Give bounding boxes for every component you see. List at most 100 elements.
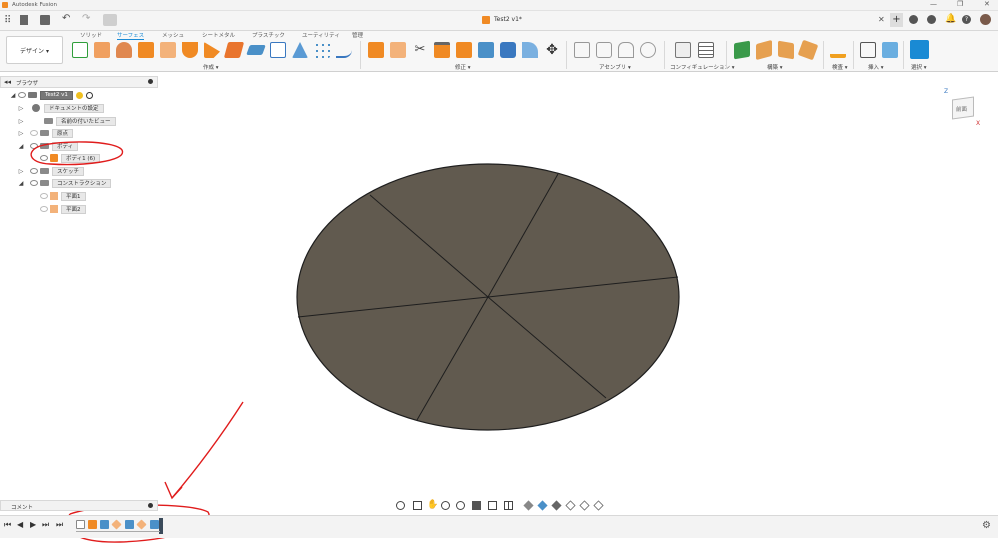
help-icon[interactable]: ? [962,15,971,24]
tree-item-sketches[interactable]: ▷ スケッチ [18,166,85,176]
expand-triangle-icon[interactable]: ▷ [18,118,24,125]
ruled-surface-icon[interactable] [204,42,220,58]
tree-item-plane1[interactable]: 平面1 [38,191,86,201]
collapse-triangle-icon[interactable]: ◢ [18,180,24,187]
tree-item-plane2[interactable]: 平面2 [38,204,86,214]
sweep-icon[interactable] [138,42,154,58]
timeline-sketch-icon[interactable] [76,520,85,529]
tree-item-bodies[interactable]: ◢ ボディ [18,141,79,151]
collapse-triangle-icon[interactable]: ◢ [10,92,16,99]
press-pull-icon[interactable] [368,42,384,58]
tangent-plane-icon[interactable] [778,40,794,60]
tree-item-body1[interactable]: ボディ1 (6) [38,153,101,163]
timeline-plane-icon[interactable] [125,520,134,529]
effects-icon[interactable] [565,500,576,511]
viewports-icon[interactable] [504,501,513,510]
step-forward-icon[interactable]: ⏭ [42,520,49,530]
close-window-button[interactable]: ✕ [984,0,990,8]
camera-icon[interactable] [593,500,604,511]
offset-icon[interactable] [223,42,245,58]
redo-icon[interactable]: ↷ [82,13,90,24]
activate-radio-icon[interactable] [85,91,93,99]
minimize-button[interactable]: — [930,0,937,8]
visibility-eye-icon[interactable] [30,130,38,136]
extrude-icon[interactable] [94,42,110,58]
visibility-eye-icon[interactable] [30,168,38,174]
loft-icon[interactable] [160,42,176,58]
motion-link-icon[interactable] [640,42,656,58]
zoom-icon[interactable] [441,501,450,510]
tab-sheet-metal[interactable]: シートメタル [202,31,235,40]
collapse-panel-icon[interactable]: ◂◂ [4,78,11,86]
measure-icon[interactable] [830,42,846,58]
expand-triangle-icon[interactable]: ▷ [18,130,24,137]
visibility-eye-icon[interactable] [18,92,26,98]
extensions-icon[interactable] [909,15,918,24]
file-menu-icon[interactable] [20,15,28,25]
tree-item-document-settings[interactable]: ▷ ドキュメントの設定 [18,103,104,113]
user-avatar[interactable] [980,14,991,25]
visual-style-icon[interactable] [523,500,534,511]
group-construct[interactable]: 構築 ▾ [767,63,783,71]
grid-settings-icon[interactable] [488,501,497,510]
tree-item-named-views[interactable]: ▷ 名前の付いたビュー [18,116,116,126]
browser-panel-header[interactable]: ◂◂ ブラウザ [0,76,158,88]
comment-toggle-icon[interactable] [148,503,153,508]
fillet-icon[interactable] [522,42,538,58]
tab-solid[interactable]: ソリッド [80,31,102,40]
group-select[interactable]: 選択 ▾ [911,63,927,71]
pyramid-icon[interactable] [292,42,308,58]
group-insert[interactable]: 挿入 ▾ [868,63,884,71]
timeline-pattern-icon[interactable] [150,520,159,529]
trim-icon[interactable]: ✂ [412,42,428,58]
move-copy-icon[interactable]: ✥ [544,42,560,58]
revolve-icon[interactable] [116,42,132,58]
group-inspect[interactable]: 検査 ▾ [832,63,848,71]
tree-root[interactable]: ◢ Test2 v1 [10,90,93,100]
orbit-icon[interactable] [396,501,405,510]
play-icon[interactable]: ▶ [30,520,36,529]
insert-derive-icon[interactable] [860,42,876,58]
create-sketch-icon[interactable] [72,42,88,58]
collapse-triangle-icon[interactable]: ◢ [18,143,24,150]
midplane-icon[interactable] [797,39,819,61]
timeline-extrude-icon[interactable] [88,520,97,529]
expand-triangle-icon[interactable]: ▷ [18,105,24,112]
tab-mesh[interactable]: メッシュ [162,31,184,40]
job-status-icon[interactable] [927,15,936,24]
group-assemble[interactable]: アセンブリ ▾ [599,63,631,71]
visibility-eye-icon[interactable] [40,193,48,199]
undo-icon[interactable]: ↶ [62,13,70,24]
plane-at-angle-icon[interactable] [756,39,772,61]
thicken-icon[interactable] [246,45,266,55]
visibility-eye-icon[interactable] [40,155,48,161]
document-tab[interactable]: Test2 v1* [494,16,522,23]
zoom-window-icon[interactable] [456,501,465,510]
restore-button[interactable]: ❐ [957,0,963,8]
configure-icon[interactable] [675,42,691,58]
look-at-icon[interactable] [413,501,422,510]
tab-plastic[interactable]: プラスチック [252,31,285,40]
reverse-normal-icon[interactable] [500,42,516,58]
offset-plane-icon[interactable] [734,40,750,60]
model-body-disk[interactable] [290,160,690,435]
step-back-icon[interactable]: ◀ [17,520,23,529]
go-to-start-icon[interactable]: ⏮ [4,520,11,530]
group-modify[interactable]: 修正 ▾ [455,63,471,71]
as-built-joint-icon[interactable] [618,42,634,58]
new-component-icon[interactable] [574,42,590,58]
configuration-table-icon[interactable] [698,42,714,58]
patch-icon[interactable] [182,42,198,58]
spline-icon[interactable] [336,42,352,58]
visibility-eye-icon[interactable] [30,180,38,186]
tree-item-origin[interactable]: ▷ 原点 [18,128,74,138]
comment-panel[interactable]: コメント [0,500,158,511]
pattern-icon[interactable] [314,42,330,58]
timeline-plane-icon[interactable] [100,520,109,529]
notifications-icon[interactable]: 🔔 [945,14,956,24]
tree-item-construction[interactable]: ◢ コンストラクション [18,178,112,188]
home-icon[interactable] [103,14,117,26]
environment-icon[interactable] [551,500,562,511]
close-tab-icon[interactable]: ✕ [878,15,885,24]
canvas-icon[interactable] [882,42,898,58]
